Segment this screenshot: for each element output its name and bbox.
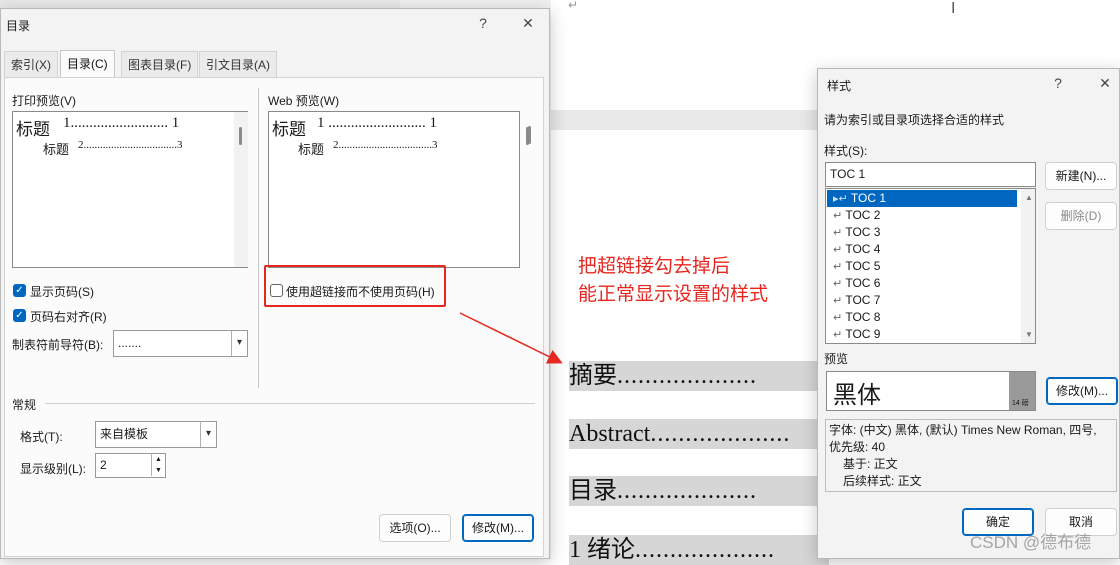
style-item-label: TOC 1: [850, 191, 886, 205]
delete-style-button[interactable]: 删除(D): [1045, 202, 1117, 230]
instruction-text: 请为索引或目录项选择合适的样式: [824, 113, 1005, 127]
style-item-label: TOC 4: [845, 242, 881, 256]
scroll-down-icon[interactable]: ▼: [1025, 330, 1033, 339]
style-description: 字体: (中文) 黑体, (默认) Times New Roman, 四号, 优…: [825, 419, 1117, 492]
styles-list: ▸↵ TOC 1 ↵ TOC 2 ↵ TOC 3 ↵ TOC 4 ↵ TOC 5…: [825, 188, 1036, 344]
list-item[interactable]: ↵ TOC 8: [827, 309, 1017, 326]
list-item[interactable]: ↵ TOC 4: [827, 241, 1017, 258]
style-item-label: TOC 7: [845, 293, 881, 307]
preview-size-label: 14 磅: [1012, 400, 1029, 407]
description-based-on: 基于: 正文: [843, 457, 898, 471]
style-item-label: TOC 2: [845, 208, 881, 222]
description-font: 字体: (中文) 黑体, (默认) Times New Roman, 四号,: [829, 423, 1097, 437]
list-item[interactable]: ↵ TOC 5: [827, 258, 1017, 275]
dialog-title: 样式: [827, 79, 852, 93]
style-name-input[interactable]: TOC 1: [825, 162, 1036, 187]
new-style-button[interactable]: 新建(N)...: [1045, 162, 1117, 190]
style-name-value: TOC 1: [830, 167, 866, 181]
modify-style-button[interactable]: 修改(M)...: [1046, 377, 1118, 405]
list-item[interactable]: ↵ TOC 7: [827, 292, 1017, 309]
style-preview-text: 黑体: [833, 381, 881, 409]
description-priority: 优先级: 40: [829, 440, 886, 454]
style-item-label: TOC 5: [845, 259, 881, 273]
styles-label: 样式(S):: [824, 144, 868, 158]
styles-scrollbar[interactable]: [1021, 189, 1035, 343]
preview-label: 预览: [824, 352, 849, 366]
style-item-label: TOC 3: [845, 225, 881, 239]
style-item-label: TOC 6: [845, 276, 881, 290]
list-item[interactable]: ↵ TOC 3: [827, 224, 1017, 241]
style-item-label: TOC 8: [845, 310, 881, 324]
list-item[interactable]: ↵ TOC 6: [827, 275, 1017, 292]
list-item[interactable]: ↵ TOC 9: [827, 326, 1017, 343]
help-icon[interactable]: ?: [1048, 75, 1068, 91]
watermark: CSDN @德布德: [970, 533, 1092, 552]
preview-size-strip: 14 磅: [1009, 372, 1035, 410]
list-item[interactable]: ↵ TOC 2: [827, 207, 1017, 224]
scroll-up-icon[interactable]: ▲: [1025, 193, 1033, 202]
description-next-style: 后续样式: 正文: [843, 474, 922, 488]
style-item-label: TOC 9: [845, 327, 881, 341]
list-item[interactable]: ▸↵ TOC 1: [827, 190, 1017, 207]
close-icon[interactable]: ✕: [1095, 75, 1115, 92]
style-dialog: 样式 ? ✕ 请为索引或目录项选择合适的样式 样式(S): TOC 1 新建(N…: [817, 68, 1120, 559]
style-preview-box: 黑体 14 磅: [826, 371, 1036, 411]
